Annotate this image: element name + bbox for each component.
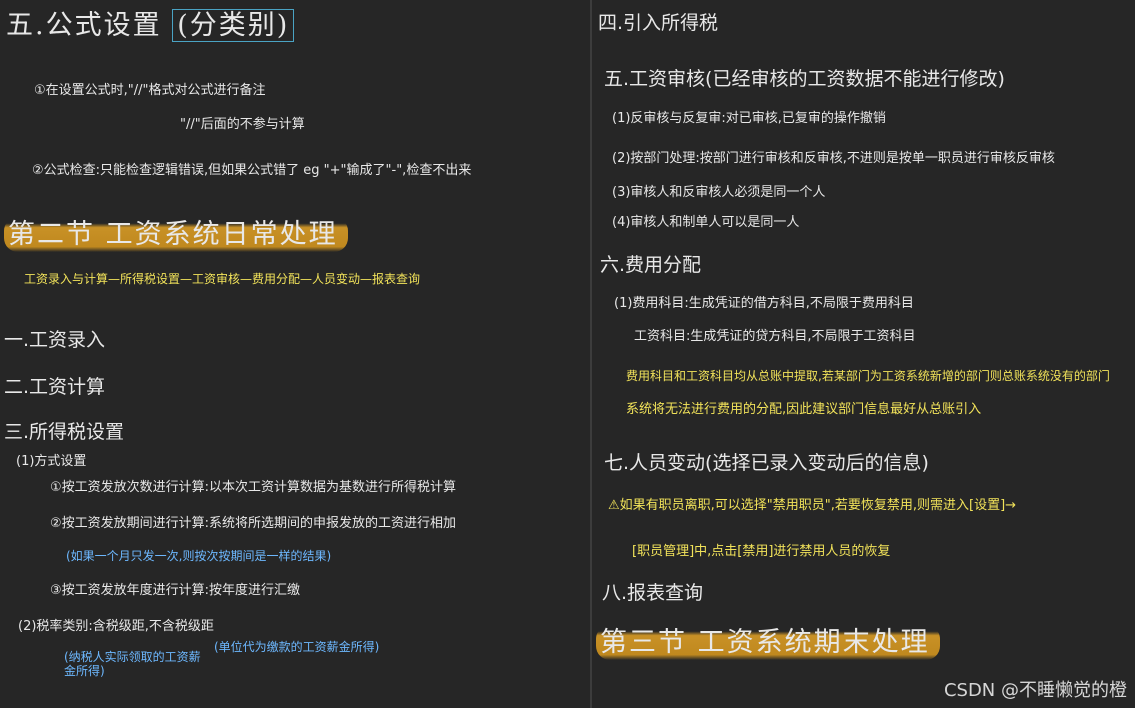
section5-title: 五.公式设置	[6, 10, 162, 41]
formula-note-line1: ①在设置公式时,"//"格式对公式进行备注	[34, 83, 266, 98]
section-salary-calc: 二.工资计算	[4, 376, 106, 398]
section-cost-allocation: 六.费用分配	[600, 254, 702, 276]
cost-note-1: 费用科目和工资科目均从总账中提取,若某部门为工资系统新增的部门则总账系统没有的部…	[626, 369, 1110, 383]
tax-mode-by-count: ①按工资发放次数进行计算:以本次工资计算数据为基数进行所得税计算	[50, 480, 457, 495]
section-report-query: 八.报表查询	[602, 582, 704, 604]
tax-rate-note-2: (单位代为缴款的工资薪金所得)	[214, 640, 380, 654]
audit-item-2: (2)按部门处理:按部门进行审核和反审核,不进则是按单一职员进行审核反审核	[612, 151, 1055, 166]
audit-item-1: (1)反审核与反复审:对已审核,已复审的操作撤销	[612, 111, 886, 126]
audit-item-3: (3)审核人和反审核人必须是同一个人	[612, 185, 826, 200]
tax-mode-setting: (1)方式设置	[16, 454, 87, 469]
cost-item-1: (1)费用科目:生成凭证的借方科目,不局限于费用科目	[614, 296, 914, 311]
section-salary-audit: 五.工资审核(已经审核的工资数据不能进行修改)	[604, 68, 1005, 90]
section-salary-entry: 一.工资录入	[4, 329, 106, 351]
audit-item-4: (4)审核人和制单人可以是同一人	[612, 215, 800, 230]
staff-note-2: [职员管理]中,点击[禁用]进行禁用人员的恢复	[632, 544, 891, 559]
tax-mode-period-note: (如果一个月只发一次,则按次按期间是一样的结果)	[66, 549, 332, 563]
section-staff-change: 七.人员变动(选择已录入变动后的信息)	[604, 452, 929, 474]
tax-rate-note-1: (纳税人实际领取的工资薪金所得)	[64, 650, 201, 679]
tax-mode-by-year: ③按工资发放年度进行计算:按年度进行汇缴	[50, 583, 301, 598]
section5-box-label: (分类别)	[172, 9, 295, 42]
chapter3-title: 第三节 工资系统期末处理	[596, 625, 940, 660]
cost-note-2: 系统将无法进行费用的分配,因此建议部门信息最好从总账引入	[626, 402, 982, 417]
page-divider	[590, 0, 592, 708]
formula-check-line: ②公式检查:只能检查逻辑错误,但如果公式错了 eg "+"输成了"-",检查不出…	[32, 163, 472, 178]
tax-rate-category: (2)税率类别:含税级距,不含税级距	[18, 619, 214, 634]
chapter2-flow: 工资录入与计算—所得税设置—工资审核—费用分配—人员变动—报表查询	[24, 272, 421, 286]
formula-note-line2: "//"后面的不参与计算	[180, 117, 305, 132]
chapter2-title: 第二节 工资系统日常处理	[4, 217, 348, 252]
tax-mode-by-period: ②按工资发放期间进行计算:系统将所选期间的申报发放的工资进行相加	[50, 516, 457, 531]
section-import-tax: 四.引入所得税	[598, 12, 719, 34]
section-tax-settings: 三.所得税设置	[4, 421, 125, 443]
cost-item-2: 工资科目:生成凭证的贷方科目,不局限于工资科目	[634, 329, 916, 344]
csdn-watermark: CSDN @不睡懒觉的橙	[943, 680, 1127, 701]
section5-heading: 五.公式设置 (分类别)	[6, 9, 295, 42]
staff-note-1: ⚠如果有职员离职,可以选择"禁用职员",若要恢复禁用,则需进入[设置]→	[608, 498, 1017, 513]
